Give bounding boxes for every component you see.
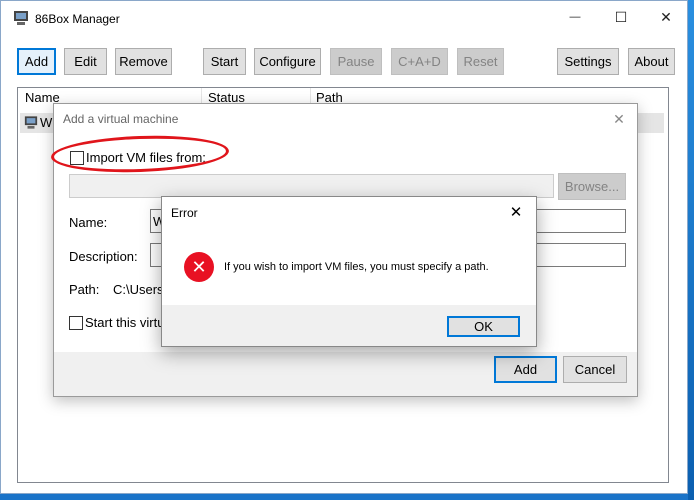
dialog-title: Add a virtual machine [63, 112, 179, 126]
close-icon: ✕ [613, 110, 625, 127]
close-button[interactable]: ✕ [643, 1, 689, 33]
error-icon: ✕ [184, 252, 214, 282]
error-dialog-title: Error [171, 206, 198, 220]
error-message: If you wish to import VM files, you must… [224, 261, 489, 273]
close-icon: ✕ [509, 204, 523, 221]
computer-icon [24, 116, 38, 129]
maximize-icon: ☐ [614, 8, 628, 25]
configure-button[interactable]: Configure [254, 48, 321, 75]
error-dialog-footer: OK [162, 305, 536, 346]
titlebar: 86Box Manager — ☐ ✕ [1, 1, 687, 37]
path-label: Path: [69, 282, 100, 297]
error-close-button[interactable]: ✕ [506, 202, 526, 222]
import-path-input[interactable] [69, 174, 554, 198]
minimize-icon: — [569, 11, 581, 23]
start-vm-label: Start this virtu [85, 315, 165, 330]
pause-button[interactable]: Pause [330, 48, 382, 75]
computer-icon [14, 11, 28, 25]
browse-button[interactable]: Browse... [558, 173, 626, 200]
minimize-button[interactable]: — [552, 1, 598, 33]
dialog-add-button[interactable]: Add [494, 356, 557, 383]
remove-button[interactable]: Remove [115, 48, 172, 75]
add-button[interactable]: Add [17, 48, 56, 75]
desktop-background [688, 0, 694, 500]
edit-button[interactable]: Edit [64, 48, 107, 75]
settings-button[interactable]: Settings [557, 48, 619, 75]
name-label: Name: [69, 215, 108, 230]
start-vm-checkbox[interactable] [69, 316, 83, 330]
description-label: Description: [69, 249, 138, 264]
close-icon: ✕ [660, 8, 672, 25]
ctrl-alt-del-button[interactable]: C+A+D [391, 48, 448, 75]
dialog-cancel-button[interactable]: Cancel [563, 356, 627, 383]
error-cross-glyph: ✕ [191, 256, 207, 277]
reset-button[interactable]: Reset [457, 48, 504, 75]
dialog-close-button[interactable]: ✕ [607, 107, 631, 131]
about-button[interactable]: About [628, 48, 675, 75]
path-value: C:\Users [113, 282, 164, 297]
start-button[interactable]: Start [203, 48, 246, 75]
dialog-titlebar: Add a virtual machine ✕ [54, 104, 637, 134]
window-title: 86Box Manager [35, 12, 120, 26]
error-dialog: Error ✕ ✕ If you wish to import VM files… [161, 196, 537, 347]
ok-button[interactable]: OK [447, 316, 520, 337]
maximize-button[interactable]: ☐ [598, 1, 644, 33]
